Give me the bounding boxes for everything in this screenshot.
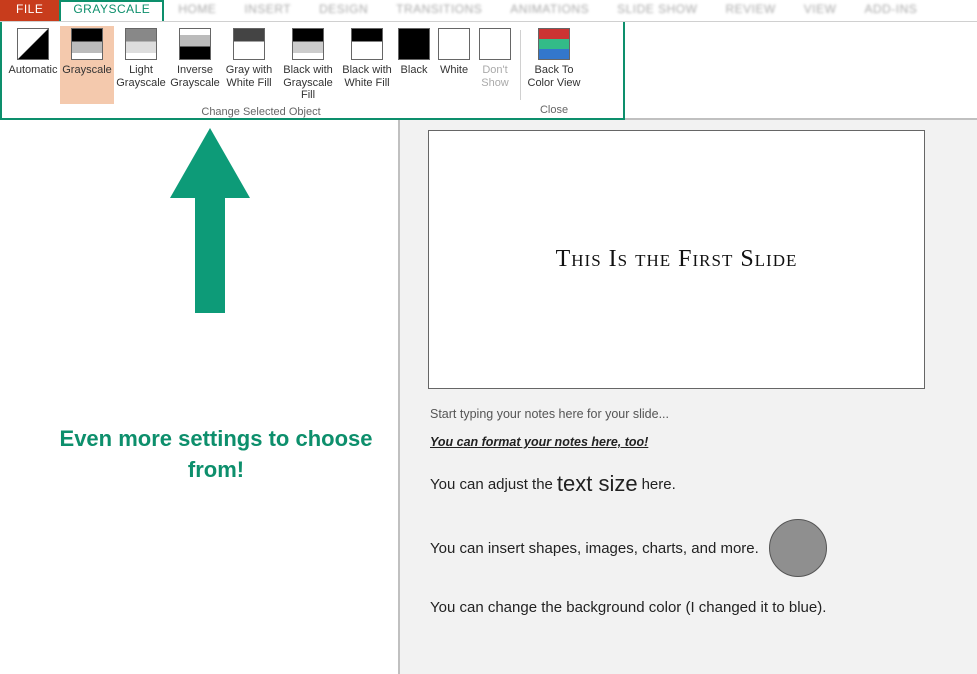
notes-hint: Start typing your notes here for your sl… <box>430 407 946 421</box>
ribbon-group-close: Back To Color View Close <box>525 26 583 118</box>
ribbon-separator <box>520 30 521 100</box>
ribbon: Automatic Grayscale Light Grayscale Inve… <box>0 22 977 120</box>
btn-white[interactable]: White <box>434 26 474 104</box>
notes-bg-line: You can change the background color (I c… <box>430 599 946 616</box>
annotation-arrow-icon <box>170 128 250 318</box>
tab-home[interactable]: HOME <box>164 0 230 21</box>
content-area: Even more settings to choose from! This … <box>0 120 977 674</box>
automatic-icon <box>17 28 49 60</box>
white-icon <box>438 28 470 60</box>
btn-gray-white-fill[interactable]: Gray with White Fill <box>222 26 276 104</box>
grayscale-icon <box>71 28 103 60</box>
btn-automatic[interactable]: Automatic <box>6 26 60 104</box>
btn-back-to-color[interactable]: Back To Color View <box>525 26 583 102</box>
ribbon-tabs: FILE GRAYSCALE HOME INSERT DESIGN TRANSI… <box>0 0 977 22</box>
btn-inverse-grayscale[interactable]: Inverse Grayscale <box>168 26 222 104</box>
ribbon-group-label-close: Close <box>540 102 568 118</box>
slide-title[interactable]: This Is the First Slide <box>556 246 798 273</box>
light-grayscale-icon <box>125 28 157 60</box>
dont-show-icon <box>479 28 511 60</box>
slide-canvas[interactable]: This Is the First Slide <box>428 130 925 389</box>
tab-insert[interactable]: INSERT <box>230 0 305 21</box>
gray-white-fill-icon <box>233 28 265 60</box>
notes-size-line: You can adjust the text size here. <box>430 471 946 497</box>
tab-addins[interactable]: ADD-INS <box>850 0 931 21</box>
tab-animations[interactable]: ANIMATIONS <box>496 0 603 21</box>
annotation-caption: Even more settings to choose from! <box>56 424 376 486</box>
black-grayscale-fill-icon <box>292 28 324 60</box>
btn-black[interactable]: Black <box>394 26 434 104</box>
black-white-fill-icon <box>351 28 383 60</box>
inverse-grayscale-icon <box>179 28 211 60</box>
btn-black-grayscale-fill[interactable]: Black with Grayscale Fill <box>276 26 340 104</box>
tab-slideshow[interactable]: SLIDE SHOW <box>603 0 711 21</box>
btn-grayscale[interactable]: Grayscale <box>60 26 114 104</box>
tab-review[interactable]: REVIEW <box>711 0 789 21</box>
back-to-color-icon <box>538 28 570 60</box>
tab-file[interactable]: FILE <box>0 0 59 21</box>
btn-light-grayscale[interactable]: Light Grayscale <box>114 26 168 104</box>
tab-view[interactable]: VIEW <box>790 0 851 21</box>
tab-grayscale[interactable]: GRAYSCALE <box>59 0 164 21</box>
notes-insert-line: You can insert shapes, images, charts, a… <box>430 519 946 577</box>
ribbon-group-label-change: Change Selected Object <box>201 104 320 120</box>
gray-circle-shape[interactable] <box>769 519 827 577</box>
black-icon <box>398 28 430 60</box>
ribbon-group-change: Automatic Grayscale Light Grayscale Inve… <box>6 26 516 118</box>
notes-format-line: You can format your notes here, too! <box>430 435 946 449</box>
notes-panel[interactable]: Start typing your notes here for your sl… <box>428 389 948 656</box>
thumbnail-pane: Even more settings to choose from! <box>0 120 400 674</box>
btn-black-white-fill[interactable]: Black with White Fill <box>340 26 394 104</box>
tab-transitions[interactable]: TRANSITIONS <box>382 0 496 21</box>
btn-dont-show[interactable]: Don't Show <box>474 26 516 104</box>
editor-pane: This Is the First Slide Start typing you… <box>400 120 977 674</box>
tab-design[interactable]: DESIGN <box>305 0 382 21</box>
